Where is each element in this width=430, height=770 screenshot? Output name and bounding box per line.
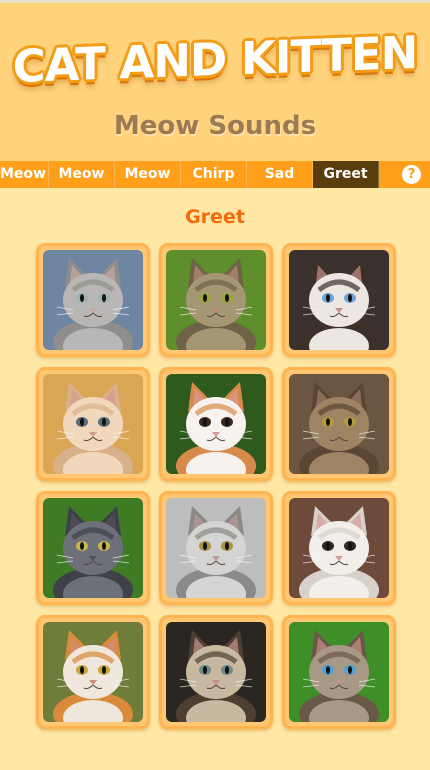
cat-tile[interactable]	[282, 491, 396, 605]
cat-photo	[289, 250, 389, 350]
cat-tile[interactable]	[36, 615, 150, 729]
cat-tile[interactable]	[36, 367, 150, 481]
cat-tile[interactable]	[282, 243, 396, 357]
tab-meow-3[interactable]: Meow	[115, 161, 181, 188]
cat-tile[interactable]	[159, 367, 273, 481]
cat-tile[interactable]	[159, 243, 273, 357]
cat-photo	[166, 374, 266, 474]
cat-tile[interactable]	[159, 615, 273, 729]
cat-photo	[289, 498, 389, 598]
cat-photo	[166, 250, 266, 350]
cat-photo	[43, 250, 143, 350]
cat-tile[interactable]	[159, 491, 273, 605]
tab-meow-2[interactable]: Meow	[49, 161, 115, 188]
cat-photo	[166, 498, 266, 598]
app-subtitle: Meow Sounds	[113, 111, 317, 141]
app-header: CAT AND KITTEN Meow Sounds	[0, 0, 430, 161]
cat-tile[interactable]	[36, 491, 150, 605]
cat-sound-grid	[36, 243, 396, 731]
tab-meow-1[interactable]: Meow	[0, 161, 49, 188]
section-title: Greet	[185, 206, 245, 228]
cat-tile[interactable]	[282, 615, 396, 729]
tab-greet[interactable]: Greet	[313, 161, 379, 188]
cat-photo	[43, 498, 143, 598]
cat-photo	[43, 374, 143, 474]
cat-photo	[43, 622, 143, 722]
app-logo: CAT AND KITTEN	[12, 25, 418, 94]
cat-photo	[289, 374, 389, 474]
category-tab-bar: Meow Meow Meow Chirp Sad Greet ?	[0, 161, 430, 188]
cat-photo	[166, 622, 266, 722]
help-icon[interactable]: ?	[402, 165, 421, 184]
cat-tile[interactable]	[282, 367, 396, 481]
tab-sad[interactable]: Sad	[247, 161, 313, 188]
cat-photo	[289, 622, 389, 722]
tab-chirp[interactable]: Chirp	[181, 161, 247, 188]
cat-tile[interactable]	[36, 243, 150, 357]
